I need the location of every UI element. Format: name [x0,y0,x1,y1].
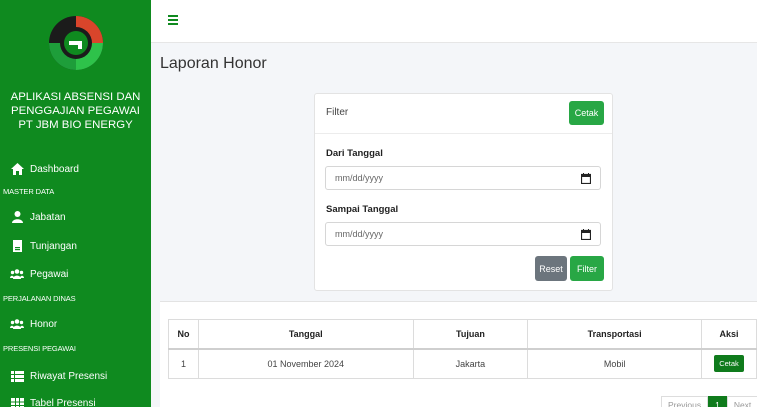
table-row: 1 01 November 2024 Jakarta Mobil Cetak [168,348,757,379]
topbar [151,0,757,43]
calendar-icon[interactable] [581,173,591,184]
sidebar-item-label: Dashboard [30,163,79,175]
sampai-tanggal-label: Sampai Tanggal [326,204,399,215]
home-icon [10,162,24,176]
column-header-tanggal: Tanggal [197,319,414,350]
page-title: Laporan Honor [160,55,267,72]
pagination-next[interactable]: Next [726,396,757,407]
filter-card: Filter Cetak Dari Tanggal mm/dd/yyyy Sam… [314,93,613,291]
brand-line-2: PENGGAJIAN PEGAWAI [11,105,140,117]
calendar-icon[interactable] [581,229,591,240]
document-icon [10,239,24,253]
sidebar-item-label: Tabel Presensi [30,397,96,407]
brand-title: APLIKASI ABSENSI DAN PENGGAJIAN PEGAWAI … [4,90,147,132]
brand-line-1: APLIKASI ABSENSI DAN [10,91,141,103]
dari-tanggal-field[interactable]: mm/dd/yyyy [325,166,601,190]
cell-no: 1 [168,348,199,379]
users-icon [10,267,24,281]
sidebar-item-label: Riwayat Presensi [30,370,108,382]
sidebar-item-dashboard[interactable]: Dashboard [10,159,79,179]
cell-tujuan: Jakarta [412,348,529,379]
cell-tanggal: 01 November 2024 [197,348,414,379]
card-header: Filter Cetak [315,94,612,134]
cetak-button[interactable]: Cetak [569,101,604,125]
column-header-tujuan: Tujuan [412,319,529,350]
sidebar-section-master: MASTER DATA [3,187,55,196]
filter-button[interactable]: Filter [570,256,604,281]
sidebar-item-label: Honor [30,318,58,330]
sidebar-item-label: Tunjangan [30,240,77,252]
report-table: No Tanggal Tujuan Transportasi Aksi 1 01… [168,319,757,379]
cell-aksi: Cetak [701,348,757,379]
logo-icon [49,16,103,70]
list-icon [10,369,24,383]
column-header-transportasi: Transportasi [527,319,703,350]
sidebar-item-honor[interactable]: Honor [10,314,57,334]
column-header-no: No [168,319,199,350]
sidebar-item-riwayat-presensi[interactable]: Riwayat Presensi [10,366,107,386]
cell-transportasi: Mobil [527,348,703,379]
dari-tanggal-placeholder: mm/dd/yyyy [335,173,384,183]
table-icon [10,396,24,407]
brand-line-3: PT JBM BIO ENERGY [18,119,133,131]
sidebar-section-perjalanan: PERJALANAN DINAS [3,294,76,303]
card-title: Filter [326,107,349,118]
sidebar-section-presensi: PRESENSI PEGAWAI [3,344,76,353]
pagination-page-1[interactable]: 1 [708,396,727,407]
sidebar: APLIKASI ABSENSI DAN PENGGAJIAN PEGAWAI … [0,0,151,407]
column-header-aksi: Aksi [701,319,757,350]
sidebar-item-label: Jabatan [30,211,66,223]
user-icon [10,210,24,224]
row-cetak-button[interactable]: Cetak [714,355,744,373]
table-header-row: No Tanggal Tujuan Transportasi Aksi [168,319,757,350]
reset-button[interactable]: Reset [535,256,567,281]
sampai-tanggal-placeholder: mm/dd/yyyy [335,229,384,239]
pagination: Previous 1 Next [661,396,757,407]
sidebar-item-label: Pegawai [30,268,69,280]
dari-tanggal-label: Dari Tanggal [326,148,383,159]
sidebar-item-tabel-presensi[interactable]: Tabel Presensi [10,393,96,407]
sidebar-item-tunjangan[interactable]: Tunjangan [10,236,77,256]
pagination-previous[interactable]: Previous [661,396,709,407]
report-table-card: No Tanggal Tujuan Transportasi Aksi 1 01… [160,301,757,407]
menu-icon[interactable] [168,15,178,25]
users-icon [10,317,24,331]
sidebar-item-jabatan[interactable]: Jabatan [10,207,66,227]
sidebar-item-pegawai[interactable]: Pegawai [10,264,68,284]
sampai-tanggal-field[interactable]: mm/dd/yyyy [325,222,601,246]
